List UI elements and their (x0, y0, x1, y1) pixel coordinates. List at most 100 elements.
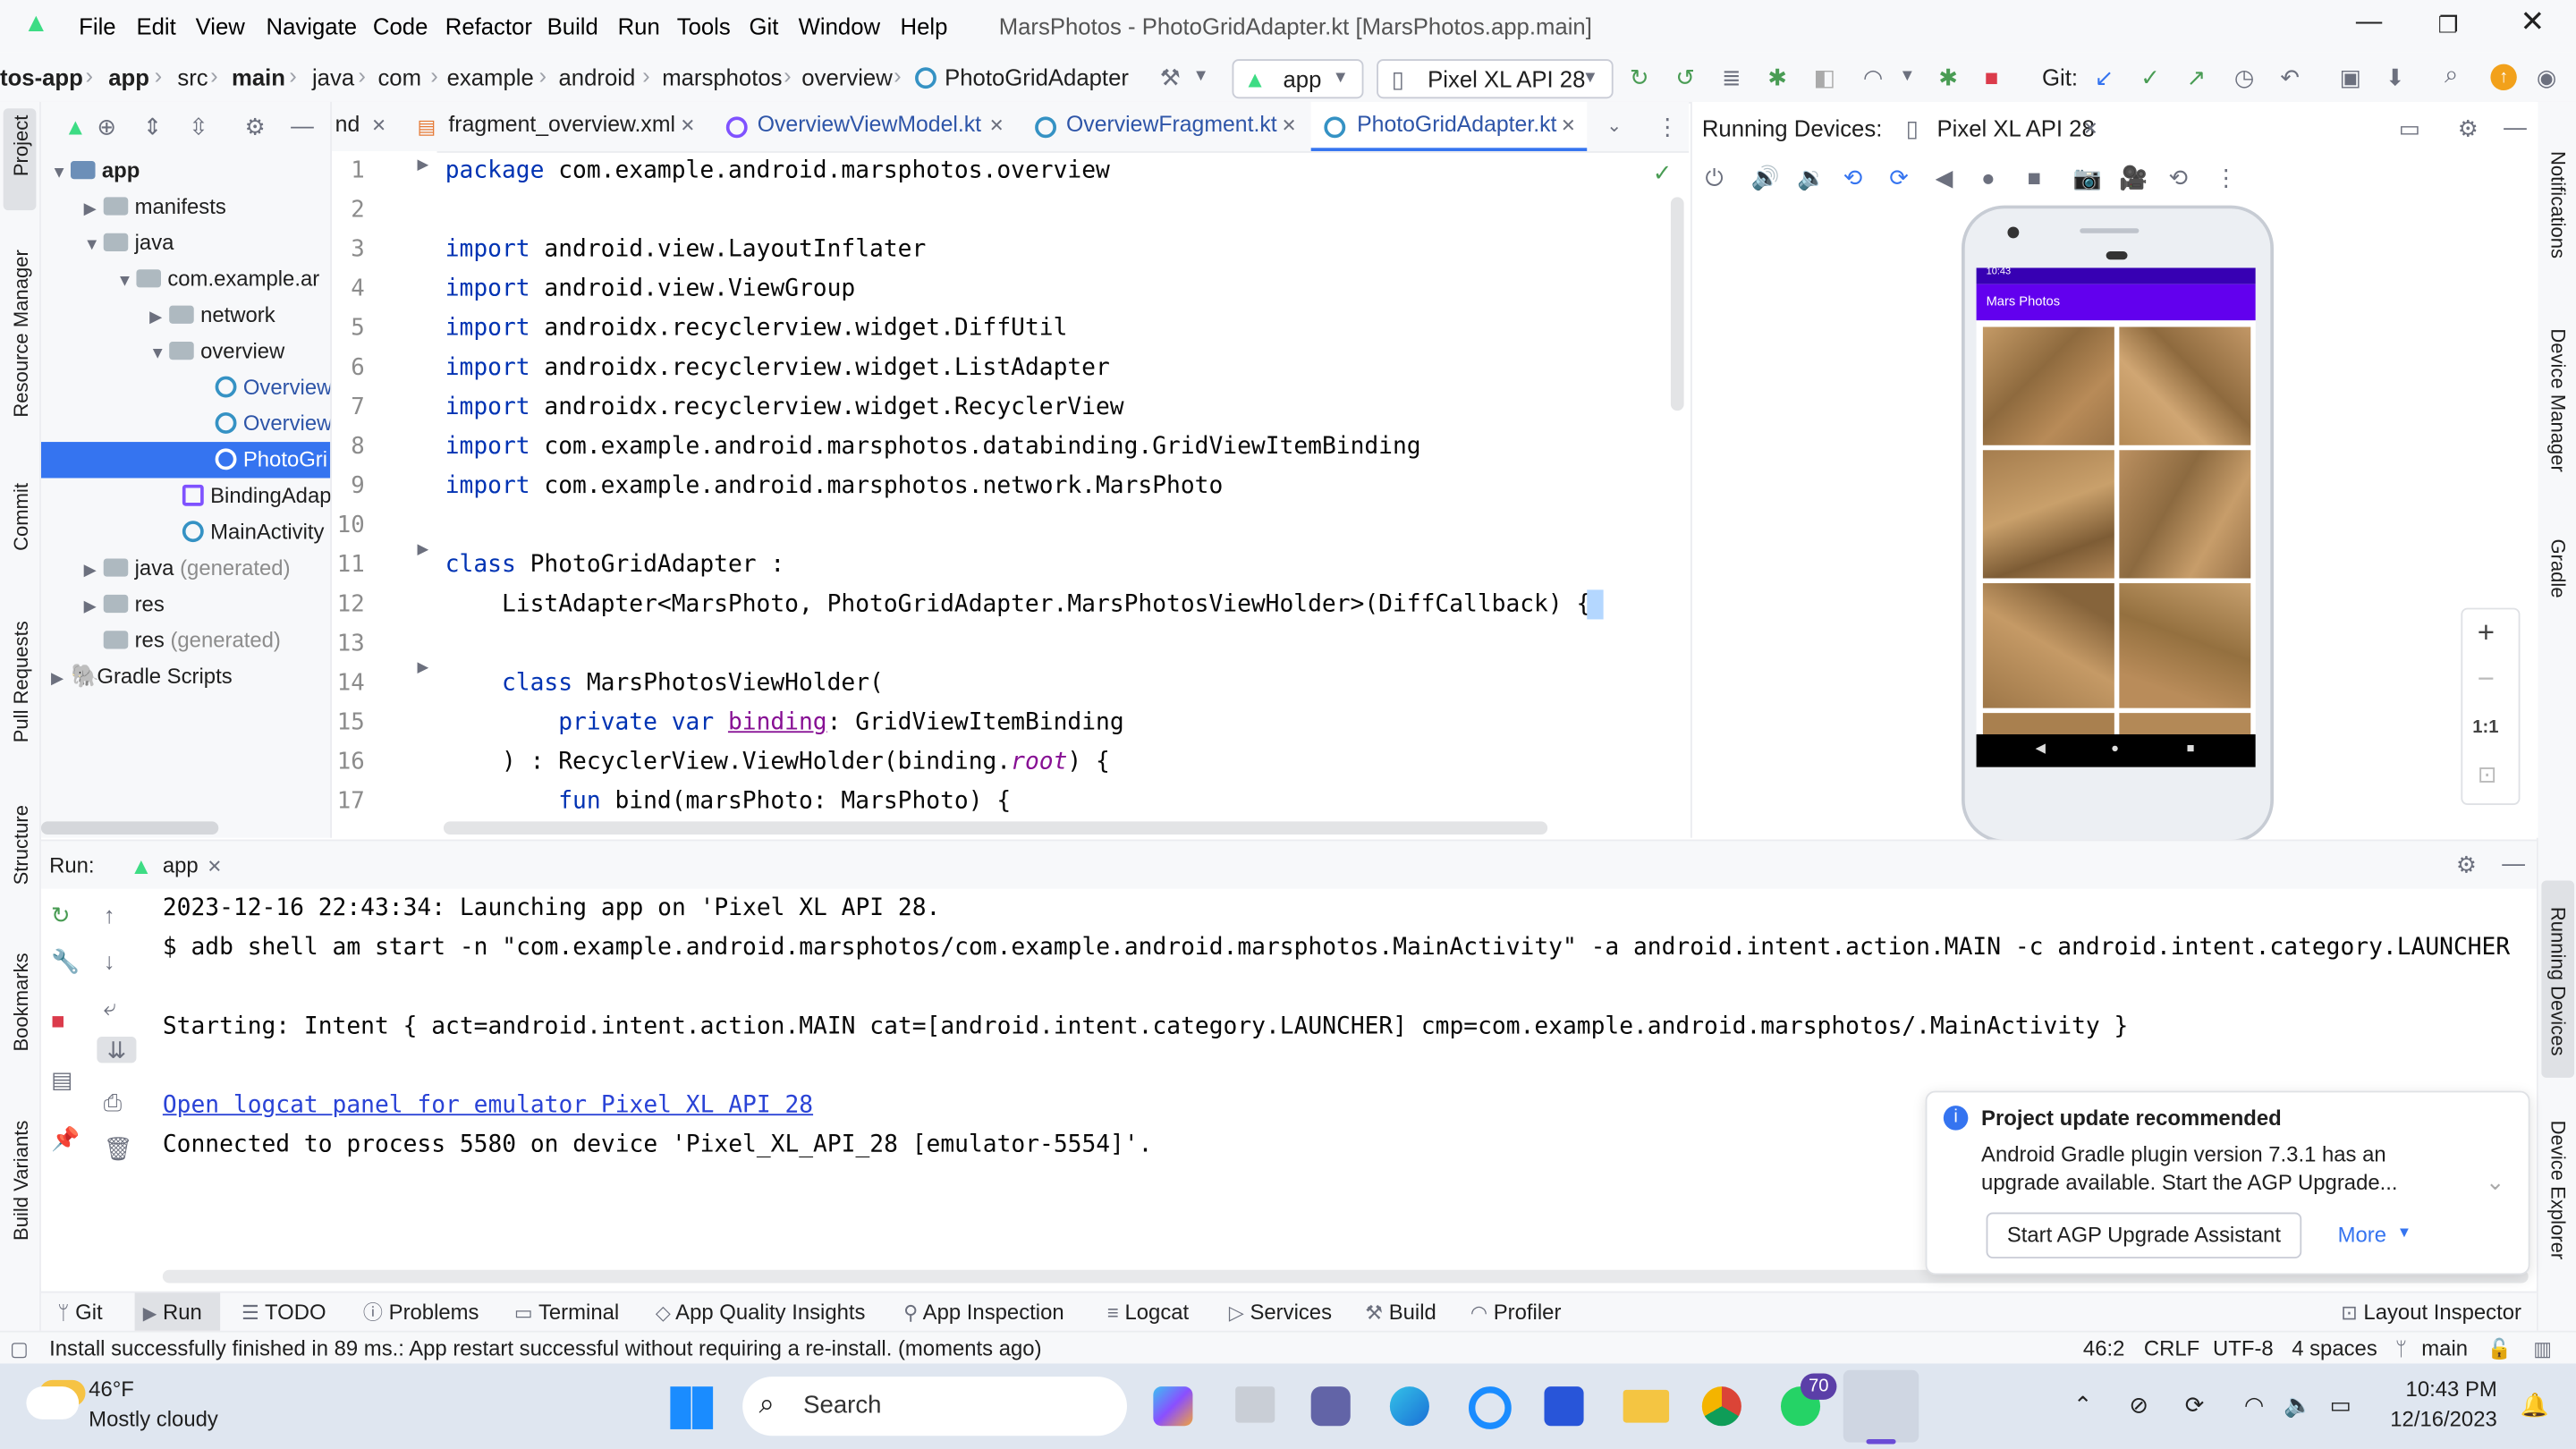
zoom-out-icon[interactable]: − (2478, 664, 2495, 693)
app-quality-insights-tab[interactable]: ◇ App Quality Insights (656, 1300, 866, 1326)
stripe-build-variants[interactable]: Build Variants (10, 1121, 33, 1241)
tree-item-bindingadapters[interactable]: BindingAdap (41, 478, 330, 513)
close-icon[interactable]: ✕ (989, 114, 1004, 140)
copilot-app-icon[interactable] (1153, 1386, 1193, 1427)
scroll-to-end-icon[interactable]: ⇊ (97, 1036, 137, 1063)
rerun-icon[interactable]: ↻ (51, 902, 71, 928)
start-agp-upgrade-button[interactable]: Start AGP Upgrade Assistant (1986, 1212, 2302, 1258)
nav-home-icon[interactable]: ● (2111, 741, 2119, 756)
tree-item-manifests[interactable]: ▶ manifests (41, 189, 330, 225)
breadcrumb-android[interactable]: android (558, 64, 635, 90)
device-manager-icon[interactable]: ▣ (2339, 64, 2360, 90)
run-tab-app[interactable]: app (163, 852, 199, 877)
trash-icon[interactable]: 🗑 (104, 1135, 133, 1161)
stripe-resource-manager[interactable]: Resource Manager (10, 250, 33, 417)
tree-item-photogridadapter[interactable]: PhotoGri (40, 442, 331, 479)
terminal-tab[interactable]: ▭ Terminal (514, 1300, 619, 1326)
tree-item-mainactivity[interactable]: MainActivity (41, 514, 330, 550)
tree-item-gradle-scripts[interactable]: ▶ 🐘Gradle Scripts (41, 659, 330, 695)
rollback-icon[interactable]: ↶ (2280, 64, 2300, 90)
gear-icon[interactable]: ⚙ (245, 114, 266, 140)
editor-scrollbar[interactable] (1670, 197, 1684, 411)
logcat-link[interactable]: Open logcat panel for emulator Pixel XL … (163, 1092, 813, 1118)
mars-photo[interactable] (2119, 326, 2251, 445)
nav-recents-icon[interactable]: ■ (2187, 741, 2195, 756)
tree-item-java[interactable]: ▼ java (41, 225, 330, 261)
tab-truncated[interactable]: nd (335, 112, 360, 137)
tree-item-res[interactable]: ▶ res (41, 587, 330, 623)
volume-icon[interactable]: 🔈 (2284, 1392, 2312, 1418)
update-icon[interactable]: ↑ (2490, 64, 2517, 91)
menu-navigate[interactable]: Navigate (267, 13, 358, 39)
file-encoding[interactable]: UTF-8 (2213, 1335, 2274, 1360)
menu-view[interactable]: View (196, 13, 245, 39)
history-icon[interactable]: ◷ (2234, 64, 2254, 90)
print-icon[interactable]: ⎙ (104, 1089, 123, 1115)
hide-icon[interactable]: — (291, 112, 314, 138)
device-selector[interactable]: ▯ Pixel XL API 28 ▼ (1377, 59, 1614, 99)
stripe-device-explorer[interactable]: Device Explorer (2546, 1121, 2570, 1260)
more-vertical-icon[interactable]: ⋮ (2215, 165, 2238, 191)
android-studio-task-icon[interactable] (1544, 1386, 1584, 1427)
menu-code[interactable]: Code (373, 13, 428, 39)
sync-logs-icon[interactable]: ≣ (1722, 64, 1741, 90)
breadcrumb-overview[interactable]: overview (801, 64, 892, 90)
stripe-device-manager[interactable]: Device Manager (2546, 328, 2570, 471)
bell-icon[interactable]: 🔔 (2520, 1392, 2548, 1418)
home-icon[interactable]: ● (1981, 165, 1996, 191)
volume-up-icon[interactable]: 🔊 (1751, 165, 1780, 191)
mars-photo[interactable] (1982, 583, 2114, 708)
menu-tools[interactable]: Tools (677, 13, 731, 39)
teams-icon[interactable] (1310, 1386, 1351, 1427)
tab-fragment-overview-xml[interactable]: fragment_overview.xml (448, 112, 675, 137)
gear-icon[interactable]: ⚙ (2456, 851, 2477, 877)
wrench-icon[interactable]: 🔧 (51, 948, 80, 974)
mars-photo[interactable] (1982, 450, 2114, 579)
clock-date[interactable]: 12/16/2023 (2376, 1406, 2497, 1431)
weather-desc[interactable]: Mostly cloudy (89, 1406, 218, 1431)
menu-help[interactable]: Help (901, 13, 948, 39)
zoom-in-icon[interactable]: + (2478, 618, 2495, 648)
hide-icon[interactable]: — (2504, 114, 2527, 140)
rotate-left-icon[interactable]: ⟲ (1843, 165, 1863, 191)
pin-icon[interactable]: 📌 (51, 1125, 80, 1151)
record-icon[interactable]: 🎥 (2119, 165, 2148, 191)
git-commit-icon[interactable]: ✓ (2140, 64, 2160, 90)
chevron-up-icon[interactable]: ⌃ (2073, 1392, 2093, 1418)
device-tab[interactable]: Pixel XL API 28 (1936, 115, 2094, 141)
network-off-icon[interactable]: ⊘ (2129, 1392, 2148, 1418)
git-push-icon[interactable]: ↗ (2187, 64, 2207, 90)
rerun-icon[interactable]: ↻ (1630, 64, 1649, 90)
tree-item-res-generated[interactable]: res (generated) (41, 623, 330, 658)
breadcrumb-main[interactable]: main (232, 64, 285, 90)
power-icon[interactable]: ⏻ (1705, 165, 1723, 191)
weather-temp[interactable]: 46°F (89, 1377, 134, 1402)
sdk-manager-icon[interactable]: ⬇ (2385, 64, 2405, 90)
overview-icon[interactable]: ■ (2027, 165, 2041, 191)
menu-file[interactable]: File (79, 13, 115, 39)
close-icon[interactable]: ✕ (2083, 116, 2098, 142)
more-link[interactable]: More (2338, 1223, 2386, 1248)
chevron-down-icon[interactable]: ▼ (1192, 64, 1208, 90)
close-icon[interactable]: ✕ (207, 854, 222, 880)
stripe-commit[interactable]: Commit (10, 483, 33, 551)
edge-icon[interactable] (1389, 1386, 1429, 1427)
mars-photo[interactable] (1982, 326, 2114, 445)
logcat-tab[interactable]: ≡ Logcat (1107, 1300, 1189, 1326)
breadcrumb-photogridadapter[interactable]: PhotoGridAdapter (945, 64, 1129, 90)
attach-process-icon[interactable]: ✱ (1938, 64, 1958, 90)
todo-tab[interactable]: ☰ TODO (242, 1300, 326, 1326)
editor-horizontal-scrollbar[interactable] (443, 821, 1548, 835)
tab-overview-viewmodel[interactable]: OverviewViewModel.kt (758, 112, 981, 137)
run-config-selector[interactable]: ▲ app ▼ (1232, 59, 1364, 99)
menu-window[interactable]: Window (799, 13, 880, 39)
menu-git[interactable]: Git (750, 13, 779, 39)
tab-photogridadapter[interactable]: PhotoGridAdapter.kt ✕ (1310, 101, 1588, 151)
tab-overview-fragment[interactable]: OverviewFragment.kt (1066, 112, 1277, 137)
active-app-icon[interactable] (1843, 1369, 1919, 1443)
menu-build[interactable]: Build (547, 13, 598, 39)
window-layout-icon[interactable]: ▭ (2399, 115, 2420, 141)
breadcrumb-com[interactable]: com (377, 64, 421, 90)
stripe-gradle[interactable]: Gradle (2546, 538, 2570, 597)
debug-icon[interactable]: ✱ (1767, 64, 1787, 90)
